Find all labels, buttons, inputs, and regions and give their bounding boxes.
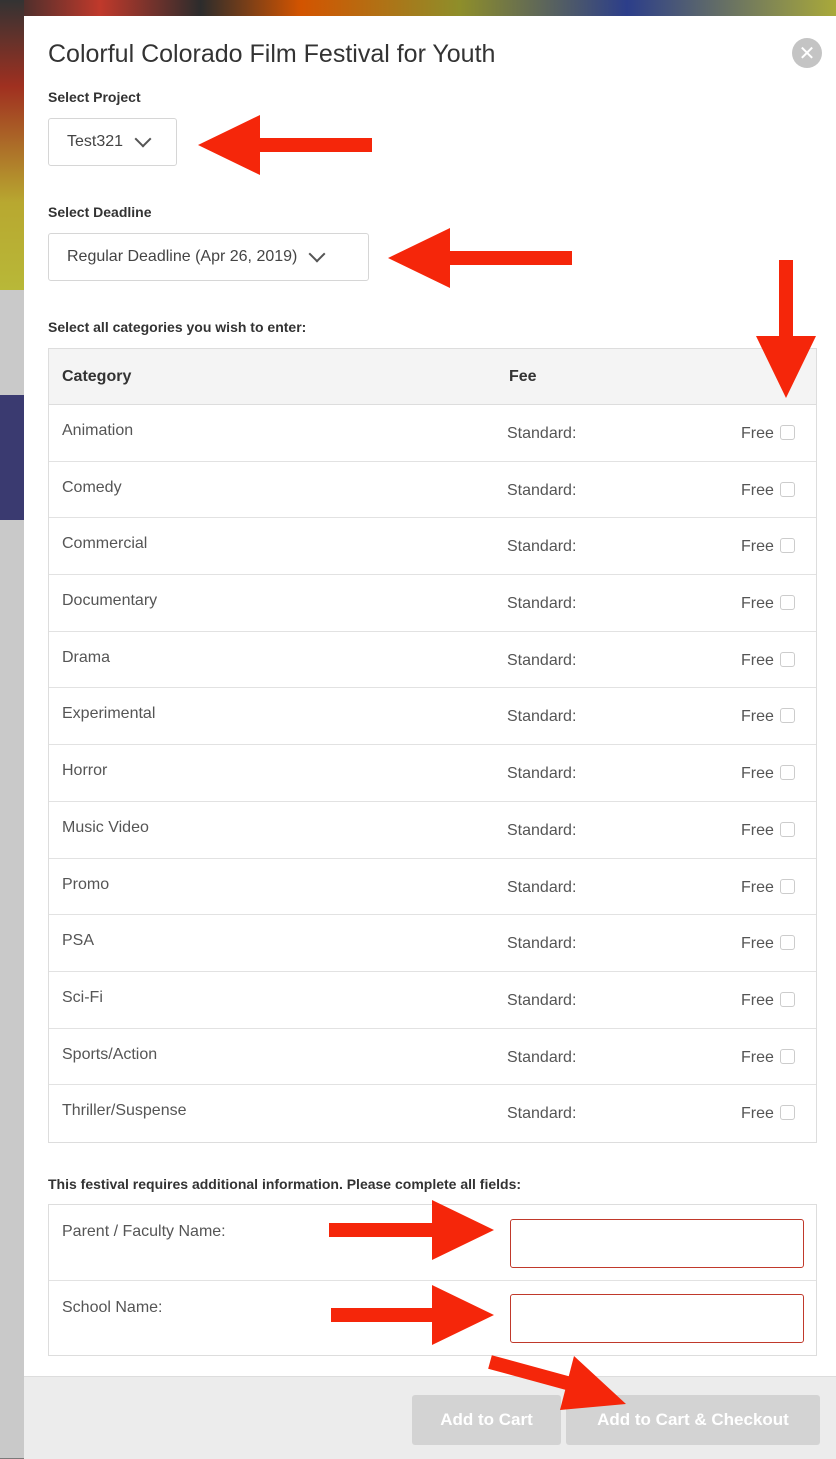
fee-label: Standard:: [507, 595, 577, 613]
table-header: Category Fee: [49, 349, 816, 405]
fee-label: Standard:: [507, 708, 577, 726]
fee-label: Standard:: [507, 765, 577, 783]
category-name: Comedy: [62, 478, 122, 496]
fee-label: Standard:: [507, 1048, 577, 1066]
category-name: Horror: [62, 762, 108, 780]
category-checkbox[interactable]: [780, 651, 795, 667]
category-name: Thriller/Suspense: [62, 1102, 187, 1120]
table-body: Animation Standard: Free Comedy Standard: Fre…: [49, 405, 816, 1142]
modal-title: Colorful Colorado Film Festival for Yout…: [48, 40, 496, 68]
info-row-school: School Name:: [49, 1281, 816, 1356]
info-row-parent: Parent / Faculty Name:: [49, 1205, 816, 1281]
background-image-strip: [0, 0, 24, 290]
project-select-value: Test321: [67, 133, 124, 150]
category-name: Sports/Action: [62, 1045, 158, 1063]
category-checkbox[interactable]: [780, 481, 795, 497]
fee-value: Free: [741, 991, 774, 1009]
fee-label: Standard:: [507, 878, 577, 896]
fee-value: Free: [741, 935, 774, 953]
fee-label: Standard:: [507, 991, 577, 1009]
deadline-select-value: Regular Deadline (Apr 26, 2019): [67, 248, 298, 265]
fee-value: Free: [741, 595, 774, 613]
table-row: Commercial Standard: Free: [49, 518, 816, 576]
fee-label: Standard:: [507, 481, 577, 499]
table-row: Documentary Standard: Free: [49, 575, 816, 632]
table-row: Music Video Standard: Free: [49, 802, 816, 859]
categories-label: Select all categories you wish to enter:: [48, 319, 307, 335]
fee-value: Free: [741, 651, 774, 669]
fee-value: Free: [741, 481, 774, 499]
select-deadline-label: Select Deadline: [48, 204, 152, 220]
fee-label: Standard:: [507, 935, 577, 953]
category-name: Commercial: [62, 535, 148, 553]
category-checkbox[interactable]: [780, 708, 795, 724]
fee-value: Free: [741, 1048, 774, 1066]
category-checkbox[interactable]: [780, 935, 795, 951]
category-checkbox[interactable]: [780, 595, 795, 611]
category-name: Music Video: [62, 818, 149, 836]
chevron-down-icon: [134, 130, 152, 148]
fee-label: Standard:: [507, 821, 577, 839]
table-row: Sports/Action Standard: Free: [49, 1029, 816, 1086]
category-name: Drama: [62, 648, 111, 666]
fee-label: Standard:: [507, 425, 577, 442]
select-project-label: Select Project: [48, 89, 141, 105]
category-checkbox[interactable]: [780, 765, 795, 781]
add-to-cart-checkout-button[interactable]: Add to Cart & Checkout: [566, 1395, 820, 1445]
fee-value: Free: [741, 708, 774, 726]
parent-faculty-label: Parent / Faculty Name:: [62, 1223, 226, 1240]
category-checkbox[interactable]: [780, 1105, 795, 1121]
fee-label: Standard:: [507, 1105, 577, 1123]
category-name: PSA: [62, 932, 95, 950]
entry-modal: Colorful Colorado Film Festival for Yout…: [24, 16, 836, 1459]
category-name: Promo: [62, 875, 110, 893]
fee-label: Standard:: [507, 538, 577, 556]
table-row: Thriller/Suspense Standard: Free: [49, 1085, 816, 1142]
fee-value: Free: [741, 821, 774, 839]
table-row: Horror Standard: Free: [49, 745, 816, 802]
background-page: [0, 0, 24, 1458]
fee-value: Free: [741, 538, 774, 556]
deadline-select[interactable]: Regular Deadline (Apr 26, 2019): [48, 233, 369, 281]
add-to-cart-button[interactable]: Add to Cart: [412, 1395, 561, 1445]
categories-table: Category Fee Animation Standard: Free Comed…: [48, 348, 817, 1143]
additional-info-box: Parent / Faculty Name: School Name:: [48, 1204, 817, 1356]
category-checkbox[interactable]: [780, 878, 795, 894]
table-row: Animation Standard: Free: [49, 405, 816, 462]
table-row: Sci-Fi Standard: Free: [49, 972, 816, 1029]
background-image-strip: [0, 395, 24, 520]
category-checkbox[interactable]: [780, 991, 795, 1007]
category-name: Experimental: [62, 705, 156, 723]
school-name-label: School Name:: [62, 1299, 163, 1316]
chevron-down-icon: [308, 245, 326, 263]
header-fee: Fee: [509, 367, 537, 385]
modal-footer: Add to Cart Add to Cart & Checkout: [24, 1376, 836, 1459]
category-checkbox[interactable]: [780, 821, 795, 837]
fee-value: Free: [741, 425, 774, 442]
table-row: Comedy Standard: Free: [49, 462, 816, 519]
category-checkbox[interactable]: [780, 1048, 795, 1064]
school-name-input[interactable]: [510, 1294, 804, 1343]
category-name: Animation: [62, 422, 134, 439]
fee-label: Standard:: [507, 651, 577, 669]
table-row: Promo Standard: Free: [49, 859, 816, 916]
category-name: Documentary: [62, 592, 158, 610]
fee-value: Free: [741, 765, 774, 783]
category-checkbox[interactable]: [780, 425, 795, 440]
table-row: PSA Standard: Free: [49, 915, 816, 972]
table-row: Experimental Standard: Free: [49, 688, 816, 746]
project-select[interactable]: Test321: [48, 118, 177, 166]
category-name: Sci-Fi: [62, 988, 103, 1006]
fee-value: Free: [741, 1105, 774, 1123]
parent-faculty-input[interactable]: [510, 1219, 804, 1268]
category-checkbox[interactable]: [780, 538, 795, 554]
fee-value: Free: [741, 878, 774, 896]
additional-info-label: This festival requires additional inform…: [48, 1176, 522, 1192]
header-category: Category: [62, 367, 132, 385]
close-icon: ✕: [798, 42, 816, 65]
table-row: Drama Standard: Free: [49, 632, 816, 689]
close-button[interactable]: ✕: [792, 38, 822, 68]
